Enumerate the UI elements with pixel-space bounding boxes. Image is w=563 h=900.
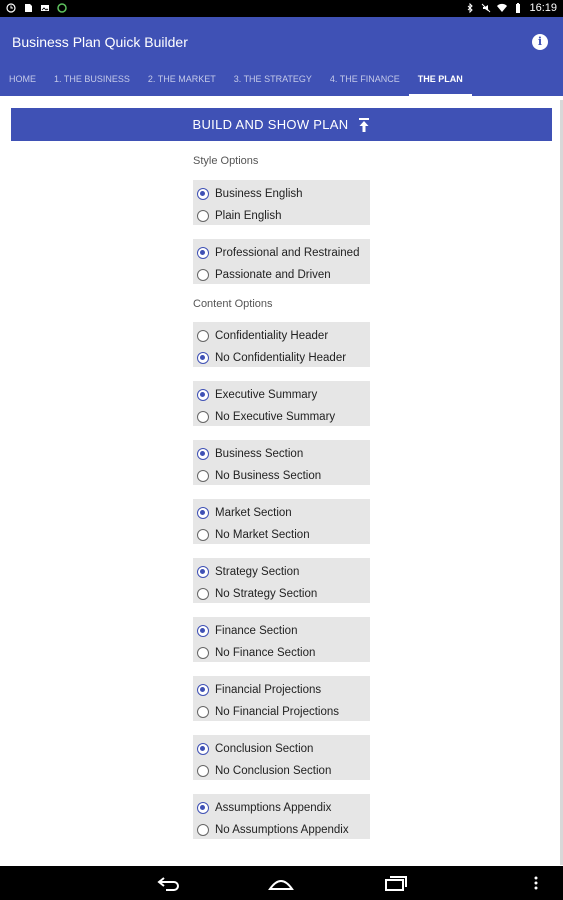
- radio-no-strategy-section[interactable]: No Strategy Section: [193, 583, 370, 605]
- status-bar: 16:19: [0, 0, 563, 17]
- radio-conclusion-section[interactable]: Conclusion Section: [193, 738, 370, 760]
- navigation-bar: [0, 866, 563, 900]
- radio-no-conclusion-section[interactable]: No Conclusion Section: [193, 760, 370, 782]
- financial-projections-group: Financial Projections No Financial Proje…: [193, 676, 370, 721]
- app-title: Business Plan Quick Builder: [12, 34, 188, 50]
- radio-passionate-and-driven[interactable]: Passionate and Driven: [193, 264, 370, 286]
- radio-no-executive-summary[interactable]: No Executive Summary: [193, 406, 370, 428]
- bluetooth-icon: [468, 3, 474, 13]
- radio-financial-projections[interactable]: Financial Projections: [193, 679, 370, 701]
- radio-selected-icon[interactable]: [197, 743, 209, 755]
- radio-selected-icon[interactable]: [197, 684, 209, 696]
- build-and-show-plan-button[interactable]: BUILD AND SHOW PLAN: [11, 108, 552, 141]
- radio-confidentiality-header[interactable]: Confidentiality Header: [193, 325, 370, 347]
- language-style-group: Business English Plain English: [193, 180, 370, 225]
- clock-time: 16:19: [529, 2, 557, 14]
- app-bar: Business Plan Quick Builder i HOME 1. TH…: [0, 17, 563, 96]
- strategy-section-group: Strategy Section No Strategy Section: [193, 558, 370, 603]
- radio-unselected-icon[interactable]: [197, 588, 209, 600]
- radio-unselected-icon[interactable]: [197, 824, 209, 836]
- radio-executive-summary[interactable]: Executive Summary: [193, 384, 370, 406]
- home-icon[interactable]: [268, 875, 294, 891]
- image-icon: [41, 5, 49, 11]
- radio-unselected-icon[interactable]: [197, 330, 209, 342]
- wifi-icon: [497, 3, 508, 13]
- radio-no-confidentiality-header[interactable]: No Confidentiality Header: [193, 347, 370, 369]
- radio-no-business-section[interactable]: No Business Section: [193, 465, 370, 487]
- assumptions-appendix-group: Assumptions Appendix No Assumptions Appe…: [193, 794, 370, 839]
- radio-market-section[interactable]: Market Section: [193, 502, 370, 524]
- content-options-label: Content Options: [193, 298, 273, 310]
- tab-the-finance[interactable]: 4. THE FINANCE: [321, 73, 409, 96]
- style-options-label: Style Options: [193, 155, 259, 167]
- radio-no-assumptions-appendix[interactable]: No Assumptions Appendix: [193, 819, 370, 841]
- clock-icon: [6, 3, 16, 13]
- radio-selected-icon[interactable]: [197, 247, 209, 259]
- radio-selected-icon[interactable]: [197, 802, 209, 814]
- radio-unselected-icon[interactable]: [197, 706, 209, 718]
- mute-icon: [482, 3, 491, 13]
- tab-the-business[interactable]: 1. THE BUSINESS: [45, 73, 139, 96]
- radio-selected-icon[interactable]: [197, 507, 209, 519]
- radio-professional-and-restrained[interactable]: Professional and Restrained: [193, 242, 370, 264]
- radio-unselected-icon[interactable]: [197, 647, 209, 659]
- radio-selected-icon[interactable]: [197, 448, 209, 460]
- radio-selected-icon[interactable]: [197, 625, 209, 637]
- radio-unselected-icon[interactable]: [197, 470, 209, 482]
- radio-unselected-icon[interactable]: [197, 269, 209, 281]
- executive-summary-group: Executive Summary No Executive Summary: [193, 381, 370, 426]
- sync-icon: [57, 3, 67, 13]
- tab-bar: HOME 1. THE BUSINESS 2. THE MARKET 3. TH…: [0, 73, 472, 96]
- radio-unselected-icon[interactable]: [197, 411, 209, 423]
- radio-no-market-section[interactable]: No Market Section: [193, 524, 370, 546]
- business-section-group: Business Section No Business Section: [193, 440, 370, 485]
- build-button-label: BUILD AND SHOW PLAN: [192, 117, 349, 132]
- radio-unselected-icon[interactable]: [197, 765, 209, 777]
- radio-selected-icon[interactable]: [197, 566, 209, 578]
- radio-selected-icon[interactable]: [197, 352, 209, 364]
- tab-the-plan[interactable]: THE PLAN: [408, 73, 472, 96]
- tab-the-market[interactable]: 2. THE MARKET: [139, 73, 225, 96]
- tab-the-strategy[interactable]: 3. THE STRATEGY: [225, 73, 321, 96]
- tone-style-group: Professional and Restrained Passionate a…: [193, 239, 370, 284]
- upload-icon: [359, 117, 370, 132]
- menu-icon[interactable]: [531, 875, 541, 891]
- finance-section-group: Finance Section No Finance Section: [193, 617, 370, 662]
- radio-unselected-icon[interactable]: [197, 529, 209, 541]
- radio-no-finance-section[interactable]: No Finance Section: [193, 642, 370, 664]
- radio-no-financial-projections[interactable]: No Financial Projections: [193, 701, 370, 723]
- radio-business-english[interactable]: Business English: [193, 183, 370, 205]
- recents-icon[interactable]: [383, 875, 409, 891]
- market-section-group: Market Section No Market Section: [193, 499, 370, 544]
- radio-selected-icon[interactable]: [197, 389, 209, 401]
- battery-icon: [516, 3, 521, 13]
- conclusion-section-group: Conclusion Section No Conclusion Section: [193, 735, 370, 780]
- radio-business-section[interactable]: Business Section: [193, 443, 370, 465]
- radio-finance-section[interactable]: Finance Section: [193, 620, 370, 642]
- tab-home[interactable]: HOME: [0, 73, 45, 96]
- radio-unselected-icon[interactable]: [197, 210, 209, 222]
- radio-plain-english[interactable]: Plain English: [193, 205, 370, 227]
- radio-strategy-section[interactable]: Strategy Section: [193, 561, 370, 583]
- radio-selected-icon[interactable]: [197, 188, 209, 200]
- confidentiality-group: Confidentiality Header No Confidentialit…: [193, 322, 370, 367]
- back-icon[interactable]: [156, 875, 182, 891]
- info-icon[interactable]: i: [532, 34, 548, 50]
- radio-assumptions-appendix[interactable]: Assumptions Appendix: [193, 797, 370, 819]
- sd-card-icon: [25, 4, 32, 12]
